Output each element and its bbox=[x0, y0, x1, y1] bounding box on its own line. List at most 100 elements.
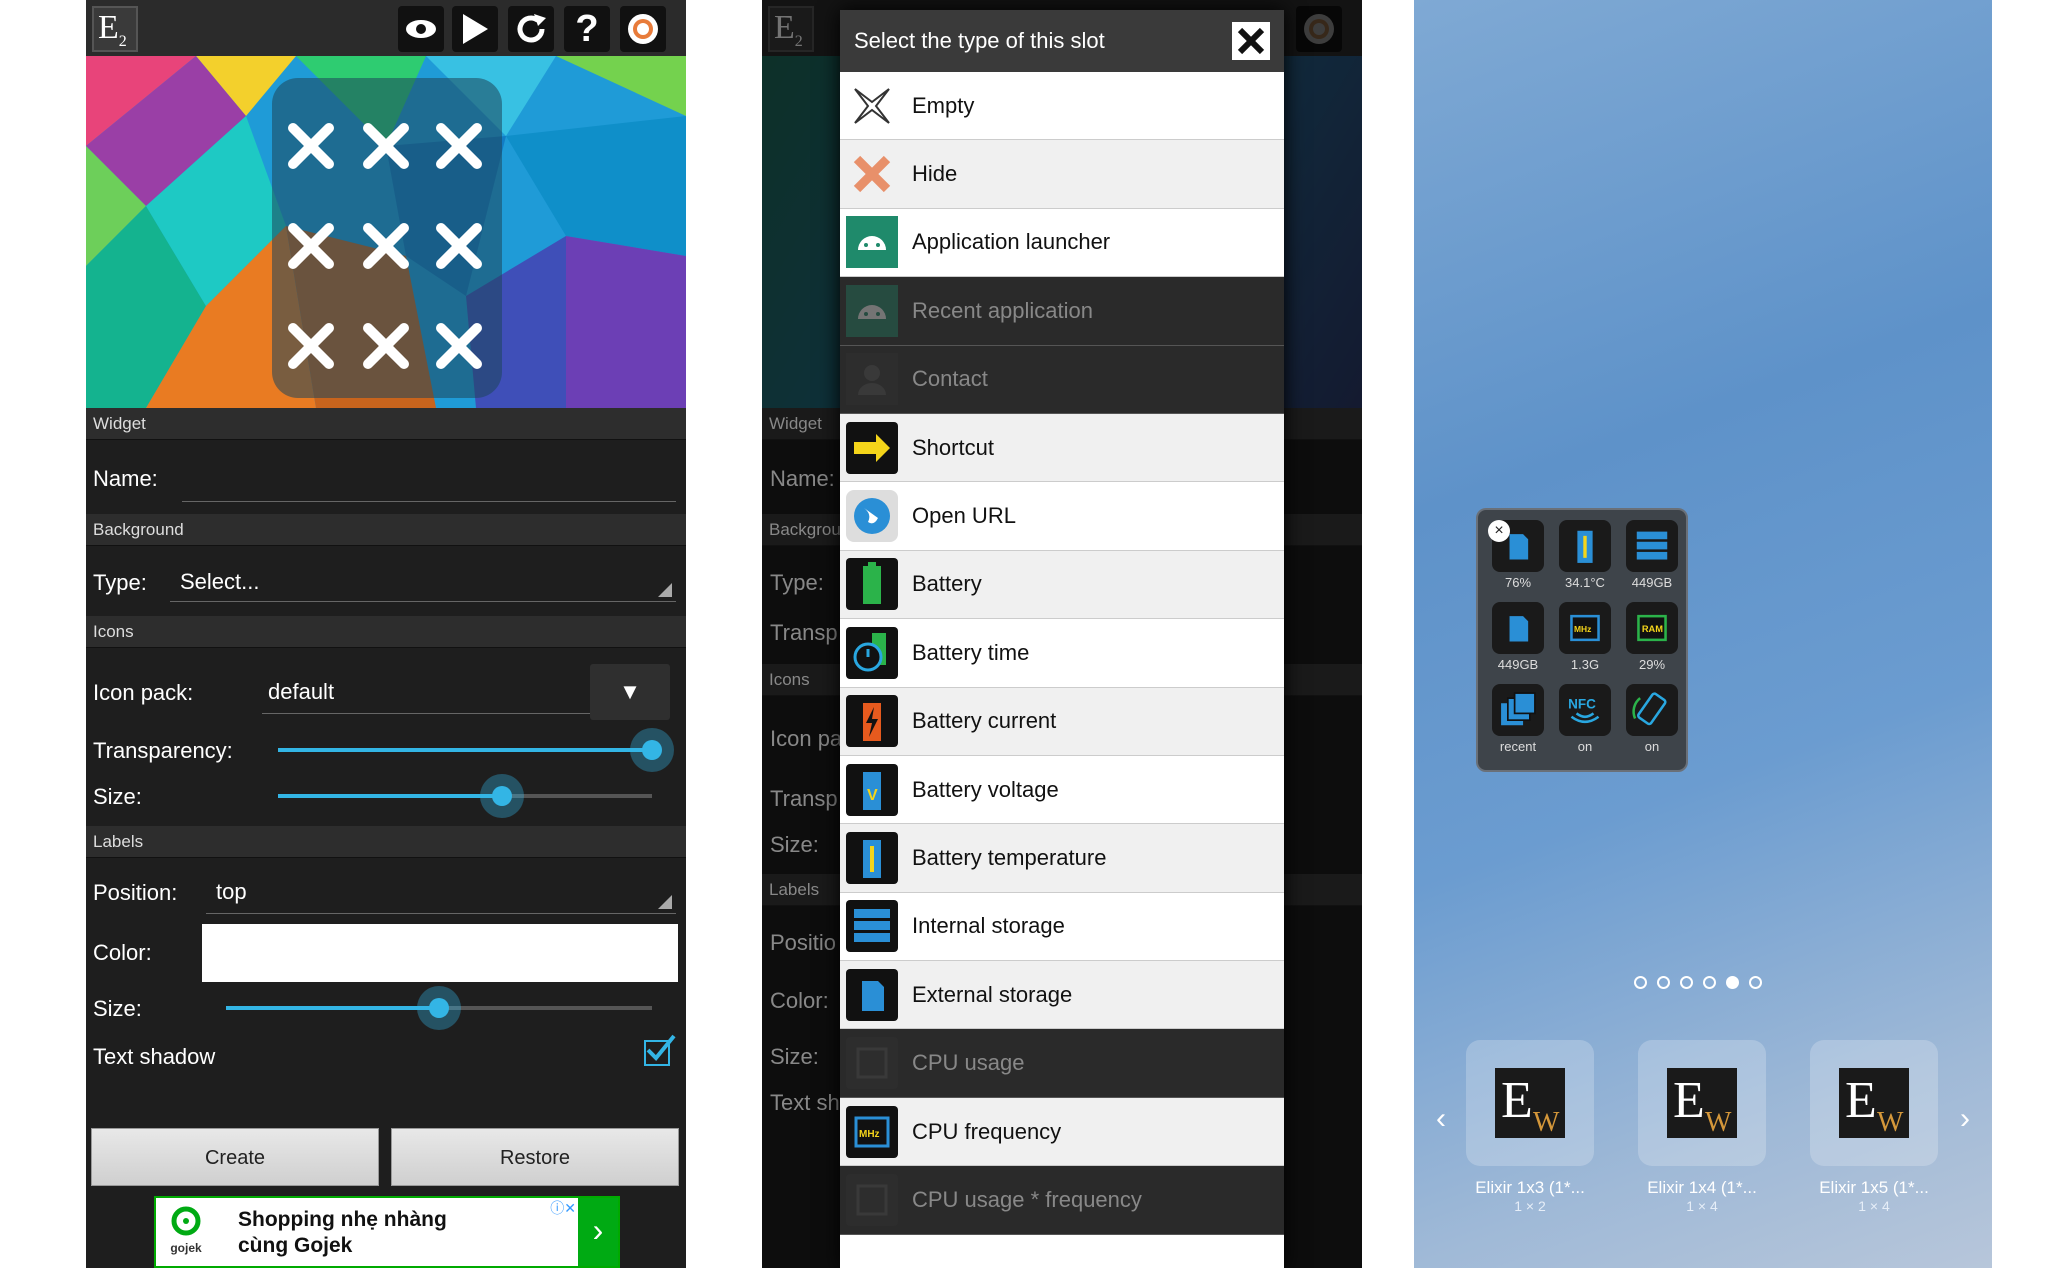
widget-picker-item[interactable]: E W Elixir 1x4 (1*... 1 × 4 bbox=[1638, 1040, 1766, 1214]
text-shadow-checkbox[interactable] bbox=[644, 1034, 676, 1066]
slot-type-item[interactable]: MHz CPU frequency bbox=[840, 1097, 1284, 1167]
widget-picker-item[interactable]: E W Elixir 1x3 (1*... 1 × 2 bbox=[1466, 1040, 1594, 1214]
widget-slot[interactable]: recent bbox=[1488, 684, 1548, 754]
slot-type-item[interactable]: Battery temperature bbox=[840, 824, 1284, 893]
bg-type-label: Type: bbox=[770, 570, 824, 595]
slot-type-label: CPU usage * frequency bbox=[912, 1186, 1142, 1212]
widget-slot-value: 34.1°C bbox=[1565, 575, 1605, 590]
bg-transp2-label: Transp bbox=[770, 786, 838, 811]
gojek-logo: gojek bbox=[164, 1206, 208, 1260]
bg-size-label: Size: bbox=[770, 832, 819, 857]
transparency-slider[interactable] bbox=[278, 728, 674, 772]
type-select[interactable]: Select... bbox=[170, 566, 676, 602]
icon-size-slider[interactable] bbox=[278, 774, 652, 818]
icon-size-label: Size: bbox=[93, 784, 142, 809]
slot-type-label: Battery temperature bbox=[912, 844, 1107, 870]
widget-slot[interactable]: MHz 1.3G bbox=[1555, 602, 1615, 672]
widget-slot-value: 76% bbox=[1504, 575, 1532, 590]
remove-widget-icon[interactable]: × bbox=[1488, 520, 1510, 542]
close-icon[interactable] bbox=[1232, 22, 1270, 60]
page-dot[interactable] bbox=[1703, 976, 1716, 989]
play-icon[interactable] bbox=[452, 6, 498, 52]
name-input[interactable] bbox=[182, 470, 676, 502]
icon-pack-menu-button[interactable]: ▼ bbox=[590, 664, 670, 720]
svg-text:MHz: MHz bbox=[1574, 624, 1591, 634]
ad-info-icon[interactable]: ⓘ✕ bbox=[550, 1198, 576, 1218]
widget-preview-tile: EW bbox=[1466, 1040, 1594, 1166]
widget-picker-size: 1 × 2 bbox=[1514, 1198, 1546, 1214]
slot-type-label: Battery current bbox=[912, 708, 1057, 734]
page-dot[interactable] bbox=[1634, 976, 1647, 989]
battery-voltage-icon: V bbox=[846, 763, 898, 816]
bg-color-label: Color: bbox=[770, 988, 829, 1013]
record-icon[interactable] bbox=[620, 6, 666, 52]
top-toolbar: E2 ? bbox=[86, 0, 686, 56]
chevron-left-icon[interactable]: ‹ bbox=[1436, 1102, 1446, 1136]
create-button[interactable]: Create bbox=[91, 1128, 379, 1186]
widget-slot[interactable]: NFC on bbox=[1555, 684, 1615, 754]
ram-icon: RAM bbox=[1626, 602, 1678, 654]
slot-type-item[interactable]: Battery bbox=[840, 550, 1284, 620]
slot-type-item[interactable]: Empty bbox=[840, 72, 1284, 141]
svg-text:NFC: NFC bbox=[1568, 696, 1596, 711]
bg-transp-label: Transp bbox=[770, 620, 838, 645]
slot-type-label: CPU frequency bbox=[912, 1118, 1062, 1144]
widget-picker-name: Elixir 1x5 (1*... bbox=[1819, 1178, 1929, 1197]
widget-slot[interactable]: on bbox=[1622, 684, 1682, 754]
slot-type-label: Internal storage bbox=[912, 913, 1065, 939]
widget-slot[interactable]: 34.1°C bbox=[1555, 520, 1615, 590]
widget-slot[interactable]: RAM 29% bbox=[1622, 602, 1682, 672]
widget-slot[interactable]: 449GB bbox=[1488, 602, 1548, 672]
slot-type-item[interactable]: Battery time bbox=[840, 619, 1284, 688]
slider-fill bbox=[278, 794, 503, 798]
x-orange-icon bbox=[846, 148, 898, 200]
text-shadow-label: Text shadow bbox=[93, 1044, 216, 1069]
slot-type-item[interactable]: Open URL bbox=[840, 482, 1284, 551]
elixir-logo-icon: EW bbox=[1839, 1068, 1909, 1138]
elixir-logo-icon: EW bbox=[1495, 1068, 1565, 1138]
dialog-header: Select the type of this slot bbox=[840, 10, 1284, 72]
slot-type-item[interactable]: Battery current bbox=[840, 687, 1284, 756]
elixir-widget[interactable]: × 76% 34.1°C 449GB 449GB MHz 1.3G RAM 29% recent… bbox=[1476, 508, 1688, 772]
slot-type-dialog: Select the type of this slot Empty Hide Ap… bbox=[840, 10, 1284, 1268]
widget-slot[interactable]: 449GB bbox=[1622, 520, 1682, 590]
section-icons: Icons bbox=[86, 616, 686, 648]
chevron-right-icon[interactable]: › bbox=[1960, 1102, 1970, 1136]
redo-icon[interactable] bbox=[508, 6, 554, 52]
internal-storage-icon bbox=[846, 900, 898, 953]
slider-thumb[interactable] bbox=[417, 986, 461, 1030]
restore-button[interactable]: Restore bbox=[391, 1128, 679, 1186]
slider-thumb[interactable] bbox=[630, 728, 674, 772]
slot-type-item[interactable]: Application launcher bbox=[840, 209, 1284, 278]
ad-arrow-icon[interactable]: › bbox=[578, 1198, 618, 1266]
slot-type-item[interactable]: Hide bbox=[840, 140, 1284, 209]
slot-type-item[interactable]: Shortcut bbox=[840, 413, 1284, 483]
slot-type-item[interactable]: V Battery voltage bbox=[840, 756, 1284, 825]
widget-preview-tile: EW bbox=[1638, 1040, 1766, 1166]
position-select[interactable]: top bbox=[206, 876, 676, 914]
widget-picker-item[interactable]: E W Elixir 1x5 (1*... 1 × 4 bbox=[1810, 1040, 1938, 1214]
page-indicator bbox=[1634, 976, 1762, 989]
help-icon[interactable]: ? bbox=[564, 6, 610, 52]
color-picker[interactable] bbox=[202, 924, 678, 982]
widget-picker-size: 1 × 4 bbox=[1858, 1198, 1890, 1214]
page-dot[interactable] bbox=[1657, 976, 1670, 989]
label-size-slider[interactable] bbox=[226, 986, 652, 1030]
page-dot[interactable] bbox=[1749, 976, 1762, 989]
rotate-icon bbox=[1626, 684, 1678, 736]
slider-thumb[interactable] bbox=[480, 774, 525, 818]
battery-temperature-icon bbox=[846, 831, 898, 884]
cpu-icon bbox=[846, 1173, 898, 1226]
slot-type-item[interactable]: External storage bbox=[840, 961, 1284, 1030]
ad-banner[interactable]: gojek Shopping nhẹ nhàng cùng Gojek › ⓘ✕ bbox=[154, 1196, 620, 1268]
slot-type-label: Hide bbox=[912, 161, 958, 187]
eye-icon[interactable] bbox=[398, 6, 444, 52]
slot-type-item[interactable]: Internal storage bbox=[840, 893, 1284, 962]
page-dot[interactable] bbox=[1680, 976, 1693, 989]
page-dot[interactable] bbox=[1726, 976, 1739, 989]
battery-current-icon bbox=[846, 695, 898, 748]
widget-picker-name: Elixir 1x3 (1*... bbox=[1475, 1178, 1585, 1197]
sd-card-icon bbox=[846, 968, 898, 1021]
slot-type-list: Empty Hide Application launcher Recent appl… bbox=[840, 72, 1284, 1235]
bg-position-label: Positio bbox=[770, 930, 837, 955]
